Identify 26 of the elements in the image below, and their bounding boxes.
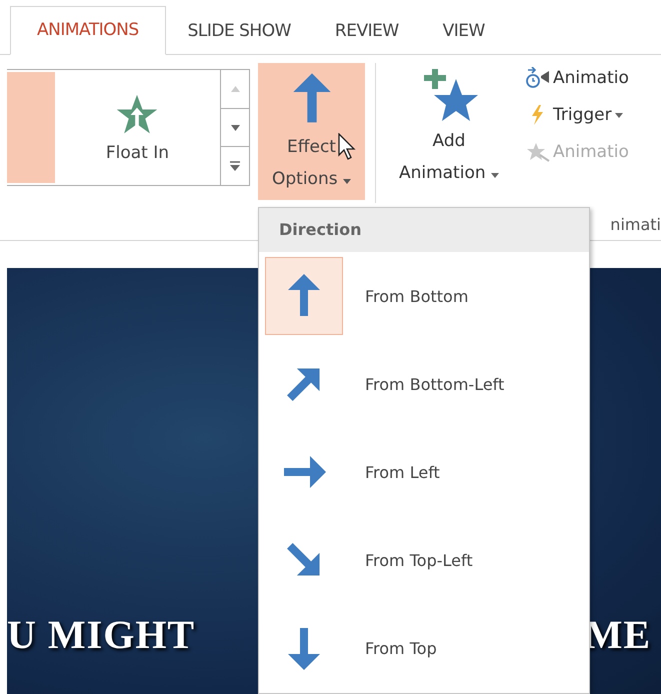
ribbon-tab[interactable]: VIEW — [420, 8, 507, 55]
ribbon-tab[interactable]: ANIMATIONS — [10, 6, 166, 55]
menu-item[interactable]: From Top — [259, 604, 589, 692]
caret-icon — [343, 179, 351, 184]
add-animation-button[interactable]: Add Animation — [384, 63, 514, 189]
menu-item[interactable]: From Bottom-Left — [259, 340, 589, 428]
caret-icon — [491, 173, 500, 178]
cursor-icon — [338, 133, 358, 161]
menu-item[interactable]: From Left — [259, 428, 589, 516]
star-icon — [115, 92, 160, 136]
effect-options-button[interactable]: Effect Options — [258, 63, 365, 200]
menu-item[interactable]: From Bottom — [259, 252, 589, 340]
gallery-label: Float In — [106, 142, 170, 162]
star-icon — [526, 141, 550, 163]
group-label: nimati — [610, 215, 661, 234]
menu-header: Direction — [259, 208, 589, 252]
ribbon-tab[interactable]: SLIDE SHOW — [166, 8, 313, 55]
expand-gallery-icon[interactable] — [230, 161, 240, 172]
caret-icon — [614, 112, 623, 118]
ribbon-command[interactable]: Animatio — [526, 65, 629, 91]
scroll-down-icon[interactable] — [230, 124, 240, 130]
slide-title: U MIGHT — [7, 611, 196, 658]
ribbon-command[interactable]: Trigger — [526, 102, 629, 128]
stopwatch-icon — [526, 67, 550, 89]
ribbon-tab[interactable]: REVIEW — [312, 8, 421, 55]
menu-item[interactable]: From Top-Left — [259, 516, 589, 604]
